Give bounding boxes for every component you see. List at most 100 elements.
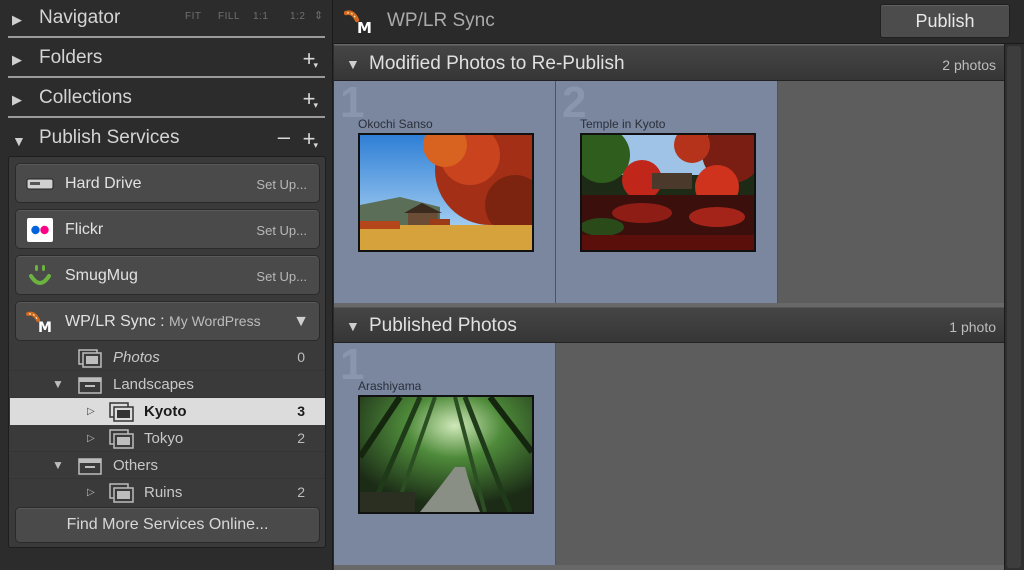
add-folder-icon[interactable]: +▾ [303, 46, 320, 72]
wp-lr-sync-logo-icon: M [344, 10, 372, 35]
service-name: WP/LR Sync : My WordPress [65, 313, 261, 331]
collection-set-icon [78, 377, 102, 394]
publish-services-list: Hard Drive Set Up... Flickr Set Up... Sm… [8, 156, 326, 548]
expand-triangle-icon[interactable]: ▶ [12, 12, 22, 28]
zoom-1-1[interactable]: 1:1 [253, 11, 268, 22]
photo-cell[interactable]: 1 Arashiyama [334, 343, 556, 565]
vertical-scrollbar[interactable] [1004, 44, 1024, 570]
service-hard-drive[interactable]: Hard Drive Set Up... [15, 163, 320, 203]
section-header-published[interactable]: ▼ Published Photos 1 photo [334, 307, 1004, 343]
collection-row-photos[interactable]: Photos 0 [10, 344, 325, 371]
collection-row-tokyo[interactable]: ▷ Tokyo 2 [10, 425, 325, 452]
collection-label: Kyoto [144, 403, 187, 420]
folders-title: Folders [39, 47, 103, 68]
add-service-icon[interactable]: +▾ [303, 126, 320, 152]
expand-triangle-icon[interactable]: ▷ [87, 406, 95, 417]
add-collection-icon[interactable]: +▾ [303, 86, 320, 112]
publish-services-header[interactable]: ▼ Publish Services – +▾ [0, 120, 333, 160]
remove-service-icon[interactable]: – [278, 124, 290, 150]
zoom-fill[interactable]: FILL [218, 11, 240, 22]
navigator-header[interactable]: ▶ Navigator FIT FILL 1:1 1:2 ⇕ [0, 0, 333, 40]
service-name: Flickr [65, 221, 104, 238]
temple-pond-image [582, 135, 754, 250]
expand-triangle-icon[interactable]: ▶ [12, 52, 22, 68]
collections-title: Collections [39, 87, 132, 108]
collection-label: Ruins [144, 484, 183, 501]
section-count: 2 photos [942, 57, 996, 73]
collection-label: Others [113, 457, 159, 474]
service-title: WP/LR Sync [387, 10, 495, 31]
publish-toolbar: M WP/LR Sync Publish [334, 0, 1024, 44]
service-name-text: WP/LR Sync [65, 313, 156, 330]
find-more-services-button[interactable]: Find More Services Online... [15, 507, 320, 543]
collapse-triangle-icon[interactable]: ▼ [346, 318, 360, 334]
collection-count: 3 [297, 403, 305, 419]
service-name: Hard Drive [65, 175, 142, 192]
dropdown-triangle-icon[interactable]: ▼ [293, 313, 309, 331]
collection-count: 2 [297, 430, 305, 446]
collection-count: 0 [297, 349, 305, 365]
hard-drive-icon [26, 178, 54, 190]
collapse-triangle-icon[interactable]: ▼ [52, 377, 64, 391]
expand-triangle-icon[interactable]: ▷ [87, 433, 95, 444]
collections-header[interactable]: ▶ Collections +▾ [0, 80, 333, 120]
section-count: 1 photo [949, 319, 996, 335]
navigator-title: Navigator [39, 7, 121, 28]
service-separator: : [160, 313, 165, 330]
publish-button[interactable]: Publish [880, 4, 1010, 38]
photo-caption: Arashiyama [358, 379, 422, 393]
divider [8, 116, 325, 118]
flickr-icon [27, 218, 53, 242]
collection-label: Landscapes [113, 376, 194, 393]
smart-collection-icon [78, 349, 102, 368]
collapse-triangle-icon[interactable]: ▼ [346, 56, 360, 72]
left-panel: ▶ Navigator FIT FILL 1:1 1:2 ⇕ ▶ Folders… [0, 0, 333, 570]
photo-thumbnail[interactable] [358, 133, 534, 252]
zoom-fit[interactable]: FIT [185, 11, 202, 22]
smugmug-icon [29, 265, 51, 285]
published-collection-icon [109, 402, 134, 422]
collapse-triangle-icon[interactable]: ▼ [52, 458, 64, 472]
autumn-garden-image [360, 135, 532, 250]
divider [8, 76, 325, 78]
grid-view: ▼ Modified Photos to Re-Publish 2 photos… [334, 44, 1024, 570]
wp-lr-sync-logo-icon: M [26, 311, 52, 334]
service-account: My WordPress [169, 313, 261, 329]
service-name: SmugMug [65, 267, 138, 284]
service-wp-lr-sync[interactable]: M WP/LR Sync : My WordPress ▼ [15, 301, 320, 341]
bamboo-forest-image [360, 397, 532, 512]
collection-count: 2 [297, 484, 305, 500]
folders-header[interactable]: ▶ Folders +▾ [0, 40, 333, 80]
expand-triangle-icon[interactable]: ▷ [87, 487, 95, 498]
zoom-stepper-icon[interactable]: ⇕ [314, 9, 324, 22]
collapse-triangle-icon[interactable]: ▼ [12, 133, 26, 149]
collection-set-landscapes[interactable]: ▼ Landscapes [10, 371, 325, 398]
photo-cell[interactable]: 1 Okochi Sanso [334, 81, 556, 303]
section-title: Modified Photos to Re-Publish [369, 53, 625, 74]
photo-caption: Temple in Kyoto [580, 117, 666, 131]
collection-row-ruins[interactable]: ▷ Ruins 2 [10, 479, 325, 506]
svg-text:M: M [357, 19, 372, 35]
setup-link[interactable]: Set Up... [256, 177, 307, 192]
published-collection-icon [109, 483, 134, 503]
section-body-published: 1 Arashiyama [334, 343, 1004, 565]
service-flickr[interactable]: Flickr Set Up... [15, 209, 320, 249]
scrollbar-thumb[interactable] [1007, 46, 1021, 568]
divider [8, 36, 325, 38]
photo-cell[interactable]: 2 Temple in Kyoto [556, 81, 778, 303]
photo-thumbnail[interactable] [358, 395, 534, 514]
expand-triangle-icon[interactable]: ▶ [12, 92, 22, 108]
collection-row-kyoto[interactable]: ▷ Kyoto 3 [10, 398, 325, 425]
published-collection-icon [109, 429, 134, 449]
section-title: Published Photos [369, 315, 517, 336]
service-smugmug[interactable]: SmugMug Set Up... [15, 255, 320, 295]
collection-set-others[interactable]: ▼ Others [10, 452, 325, 479]
photo-thumbnail[interactable] [580, 133, 756, 252]
svg-text:M: M [38, 320, 52, 334]
setup-link[interactable]: Set Up... [256, 223, 307, 238]
section-body-modified: 1 Okochi Sanso 2 Temple in Kyoto [334, 81, 1004, 303]
setup-link[interactable]: Set Up... [256, 269, 307, 284]
publish-services-title: Publish Services [39, 127, 180, 148]
zoom-1-2[interactable]: 1:2 [290, 11, 305, 22]
section-header-modified[interactable]: ▼ Modified Photos to Re-Publish 2 photos [334, 45, 1004, 81]
